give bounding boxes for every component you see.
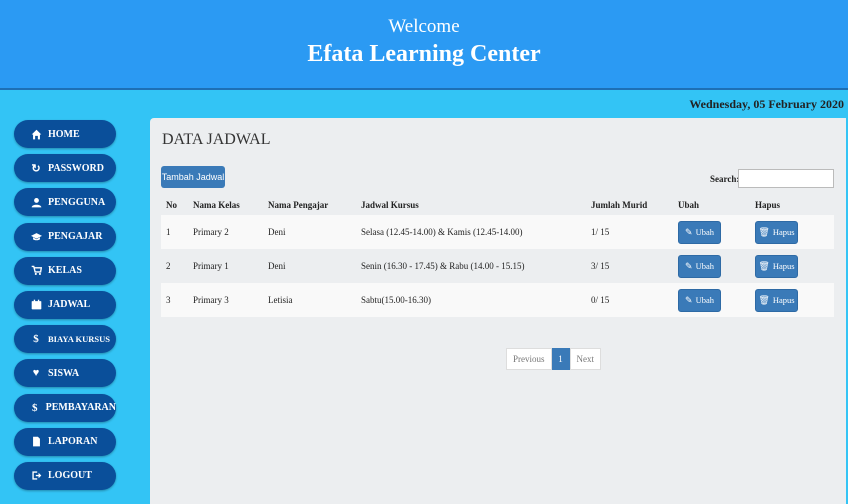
dollar-icon: $ xyxy=(32,401,38,414)
heart-icon: ♥ xyxy=(32,367,40,380)
cell-no: 2 xyxy=(161,249,188,283)
sidebar-item-label: SISWA xyxy=(48,367,80,379)
trash-icon: 🗑 xyxy=(758,260,770,271)
edit-label: Ubah xyxy=(695,295,714,305)
table-row: 3 Primary 3 Letisia Sabtu(15.00-16.30) 0… xyxy=(161,283,834,317)
sidebar-item-label: PASSWORD xyxy=(48,162,104,174)
page-title: DATA JADWAL xyxy=(162,131,271,148)
cell-jadwal: Sabtu(15.00-16.30) xyxy=(356,283,586,317)
edit-icon: ✎ xyxy=(685,226,693,237)
sidebar-item-label: LOGOUT xyxy=(48,470,92,482)
sidebar-item-jadwal[interactable]: JADWAL xyxy=(14,290,116,319)
column-header-no: No xyxy=(166,199,177,210)
edit-button[interactable]: ✎ Ubah xyxy=(678,288,721,312)
sidebar-item-label: PENGGUNA xyxy=(48,196,106,208)
sidebar-item-label: PENGAJAR xyxy=(48,231,103,243)
graduation-cap-icon xyxy=(30,231,42,243)
edit-label: Ubah xyxy=(695,227,714,237)
sidebar-item-label: KELAS xyxy=(48,265,82,277)
table-row: 2 Primary 1 Deni Senin (16.30 - 17.45) &… xyxy=(161,249,834,283)
sidebar-item-label: LAPORAN xyxy=(48,436,98,448)
cell-jadwal: Senin (16.30 - 17.45) & Rabu (14.00 - 15… xyxy=(356,249,586,283)
sidebar-item-kelas[interactable]: KELAS xyxy=(14,256,116,285)
home-icon xyxy=(30,128,42,140)
sidebar-item-pembayaran[interactable]: $ PEMBAYARAN xyxy=(14,393,116,422)
delete-button[interactable]: 🗑 Hapus xyxy=(755,220,798,244)
calendar-icon xyxy=(30,299,42,311)
edit-icon: ✎ xyxy=(685,294,693,305)
add-schedule-button[interactable]: Tambah Jadwal xyxy=(161,166,225,188)
header: Welcome Efata Learning Center xyxy=(0,0,848,90)
user-icon xyxy=(30,196,42,208)
table-row: 1 Primary 2 Deni Selasa (12.45-14.00) & … xyxy=(161,215,834,249)
sidebar-item-logout[interactable]: LOGOUT xyxy=(14,461,116,490)
cell-murid: 3/ 15 xyxy=(586,249,673,283)
trash-icon: 🗑 xyxy=(758,226,770,237)
dollar-icon: $ xyxy=(33,333,39,346)
sidebar: HOME ↻ PASSWORD PENGGUNA PENGAJAR KELAS … xyxy=(14,120,116,496)
cell-pengajar: Deni xyxy=(263,215,356,249)
cell-pengajar: Letisia xyxy=(263,283,356,317)
edit-button[interactable]: ✎ Ubah xyxy=(678,220,721,244)
cell-jadwal: Selasa (12.45-14.00) & Kamis (12.45-14.0… xyxy=(356,215,586,249)
current-date: Wednesday, 05 February 2020 xyxy=(689,97,844,111)
pagination-page-1[interactable]: 1 xyxy=(551,348,570,370)
sidebar-item-password[interactable]: ↻ PASSWORD xyxy=(14,154,116,183)
schedule-table: No Nama Kelas Nama Pengajar Jadwal Kursu… xyxy=(161,194,834,317)
delete-label: Hapus xyxy=(772,295,795,305)
delete-label: Hapus xyxy=(772,261,795,271)
pagination-next[interactable]: Next xyxy=(569,348,601,370)
main-panel: DATA JADWAL Tambah Jadwal Search: No Nam… xyxy=(150,118,846,504)
refresh-icon: ↻ xyxy=(31,162,41,175)
sidebar-item-home[interactable]: HOME xyxy=(14,120,116,148)
edit-label: Ubah xyxy=(695,261,714,271)
cell-kelas: Primary 1 xyxy=(188,249,263,283)
column-header-ubah: Ubah xyxy=(678,199,700,210)
table-header-row: No Nama Kelas Nama Pengajar Jadwal Kursu… xyxy=(161,194,834,215)
sidebar-item-label: JADWAL xyxy=(48,299,91,311)
welcome-text: Welcome xyxy=(388,16,460,37)
column-header-pengajar: Nama Pengajar xyxy=(268,199,329,210)
pagination: Previous 1 Next xyxy=(506,348,601,370)
search-label: Search: xyxy=(710,174,740,184)
cell-pengajar: Deni xyxy=(263,249,356,283)
sidebar-item-biaya-kursus[interactable]: $ BIAYA KURSUS xyxy=(14,325,116,354)
sidebar-item-label: HOME xyxy=(48,128,80,140)
file-icon xyxy=(30,436,42,448)
column-header-jadwal: Jadwal Kursus xyxy=(361,199,419,210)
sidebar-item-laporan[interactable]: LAPORAN xyxy=(14,427,116,456)
cell-murid: 0/ 15 xyxy=(586,283,673,317)
cart-icon xyxy=(30,265,42,277)
pagination-previous[interactable]: Previous xyxy=(506,348,552,370)
column-header-murid: Jumlah Murid xyxy=(591,199,648,210)
sidebar-item-siswa[interactable]: ♥ SISWA xyxy=(14,359,116,388)
sidebar-item-pengajar[interactable]: PENGAJAR xyxy=(14,222,116,251)
delete-button[interactable]: 🗑 Hapus xyxy=(755,288,798,312)
search-input[interactable] xyxy=(738,169,834,188)
app-title: Efata Learning Center xyxy=(307,41,541,67)
cell-no: 1 xyxy=(161,215,188,249)
sidebar-item-label: BIAYA KURSUS xyxy=(48,334,110,345)
edit-button[interactable]: ✎ Ubah xyxy=(678,254,721,278)
cell-kelas: Primary 3 xyxy=(188,283,263,317)
sidebar-item-pengguna[interactable]: PENGGUNA xyxy=(14,188,116,217)
cell-murid: 1/ 15 xyxy=(586,215,673,249)
edit-icon: ✎ xyxy=(685,260,693,271)
delete-button[interactable]: 🗑 Hapus xyxy=(755,254,798,278)
sidebar-item-label: PEMBAYARAN xyxy=(45,402,116,413)
trash-icon: 🗑 xyxy=(758,294,770,305)
delete-label: Hapus xyxy=(772,227,795,237)
column-header-hapus: Hapus xyxy=(755,199,781,210)
logout-icon xyxy=(30,470,42,482)
column-header-kelas: Nama Kelas xyxy=(193,199,240,210)
cell-kelas: Primary 2 xyxy=(188,215,263,249)
cell-no: 3 xyxy=(161,283,188,317)
